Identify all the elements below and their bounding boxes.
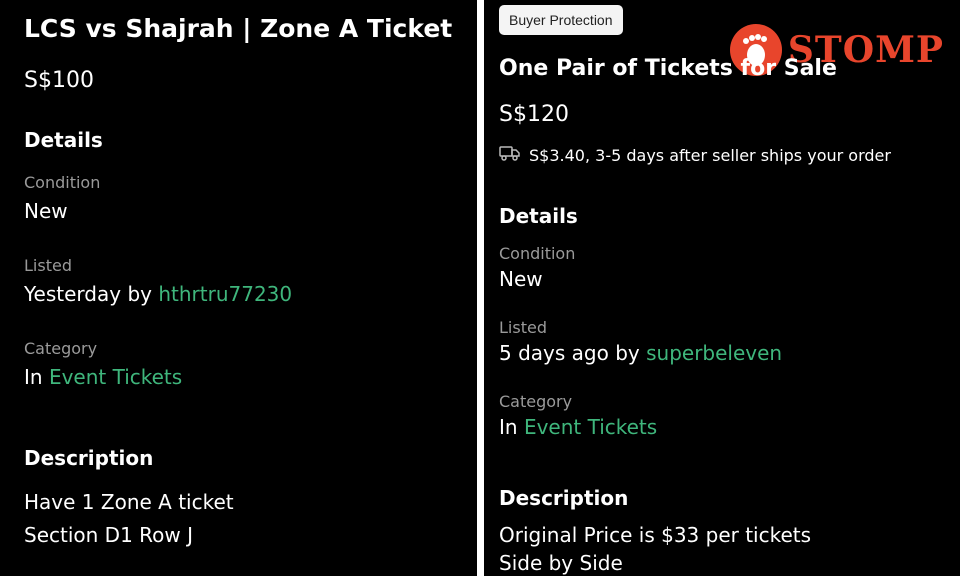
category-link[interactable]: Event Tickets bbox=[524, 415, 657, 439]
description-line: Section D1 Row J bbox=[24, 523, 193, 547]
condition-label: Condition bbox=[24, 173, 101, 192]
category-value: In Event Tickets bbox=[24, 365, 182, 389]
category-label: Category bbox=[499, 392, 573, 411]
listed-value: Yesterday by hthrtru77230 bbox=[24, 282, 292, 306]
seller-link[interactable]: hthrtru77230 bbox=[158, 282, 292, 306]
shipping-text: S$3.40, 3-5 days after seller ships your… bbox=[529, 145, 891, 165]
description-heading: Description bbox=[499, 486, 629, 510]
description-line: Have 1 Zone A ticket bbox=[24, 490, 234, 514]
buyer-protection-badge: Buyer Protection bbox=[499, 5, 623, 35]
category-prefix: In bbox=[499, 415, 518, 439]
truck-icon bbox=[499, 145, 521, 165]
condition-value: New bbox=[499, 267, 543, 291]
listing-price: S$120 bbox=[499, 102, 569, 127]
listed-prefix: Yesterday by bbox=[24, 282, 152, 306]
listed-label: Listed bbox=[499, 318, 547, 337]
details-heading: Details bbox=[499, 204, 578, 228]
category-label: Category bbox=[24, 339, 98, 358]
listed-value: 5 days ago by superbeleven bbox=[499, 341, 782, 365]
listing-title: One Pair of Tickets for Sale bbox=[499, 56, 837, 81]
description-text: Original Price is $33 per tickets Side b… bbox=[499, 521, 811, 576]
condition-label: Condition bbox=[499, 244, 576, 263]
listed-prefix: 5 days ago by bbox=[499, 341, 640, 365]
panel-divider bbox=[477, 0, 484, 576]
left-listing-panel: LCS vs Shajrah | Zone A Ticket S$100 Det… bbox=[0, 0, 477, 576]
listing-price: S$100 bbox=[24, 68, 94, 93]
listing-title: LCS vs Shajrah | Zone A Ticket bbox=[24, 14, 453, 43]
description-heading: Description bbox=[24, 446, 154, 470]
seller-link[interactable]: superbeleven bbox=[646, 341, 782, 365]
condition-value: New bbox=[24, 199, 68, 223]
listed-label: Listed bbox=[24, 256, 72, 275]
details-heading: Details bbox=[24, 128, 103, 152]
right-listing-panel: Buyer Protection STOMP One Pair of Ticke… bbox=[484, 0, 960, 576]
category-value: In Event Tickets bbox=[499, 415, 657, 439]
description-line: Side by Side bbox=[499, 551, 623, 575]
description-line: Original Price is $33 per tickets bbox=[499, 523, 812, 547]
description-text: Have 1 Zone A ticket Section D1 Row J bbox=[24, 486, 234, 552]
shipping-info: S$3.40, 3-5 days after seller ships your… bbox=[499, 145, 891, 165]
category-link[interactable]: Event Tickets bbox=[49, 365, 182, 389]
category-prefix: In bbox=[24, 365, 43, 389]
